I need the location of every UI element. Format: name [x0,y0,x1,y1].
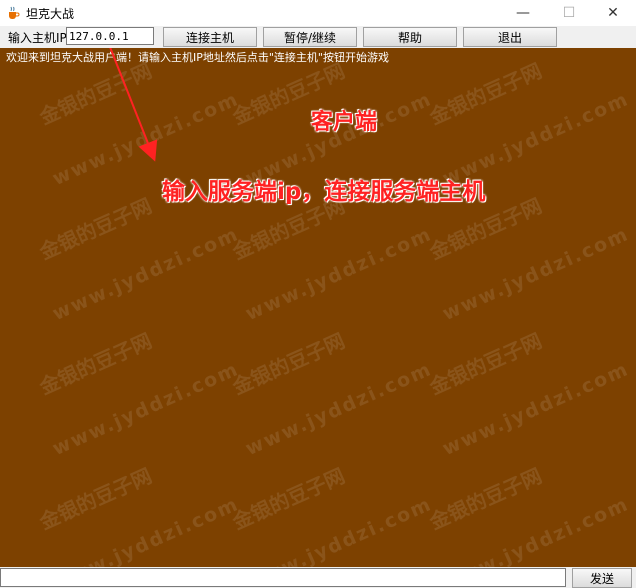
ip-input[interactable] [66,27,154,45]
game-canvas[interactable]: 金银的豆子网www.jyddzi.com金银的豆子网www.jyddzi.com… [0,48,636,567]
help-button[interactable]: 帮助 [363,27,457,47]
maximize-button[interactable]: ☐ [546,0,592,26]
close-button[interactable]: ✕ [590,0,636,26]
annotation-role-label: 客户端 [311,110,378,135]
window-title: 坦克大战 [26,7,75,21]
ip-label: 输入主机IP [8,31,67,45]
chat-bar: 发送 [0,567,636,588]
annotation-hint-label: 输入服务端ip，连接服务端主机 [162,179,486,205]
window-title-bar: 坦克大战 — ☐ ✕ [0,0,636,26]
exit-button[interactable]: 退出 [463,27,557,47]
minimize-button[interactable]: — [500,0,546,26]
chat-input[interactable] [0,568,566,587]
connect-host-button[interactable]: 连接主机 [163,27,257,47]
pause-resume-button[interactable]: 暂停/继续 [263,27,357,47]
send-button[interactable]: 发送 [572,568,632,588]
java-cup-icon [9,6,20,19]
toolbar: 输入主机IP 连接主机 暂停/继续 帮助 退出 [0,26,636,48]
